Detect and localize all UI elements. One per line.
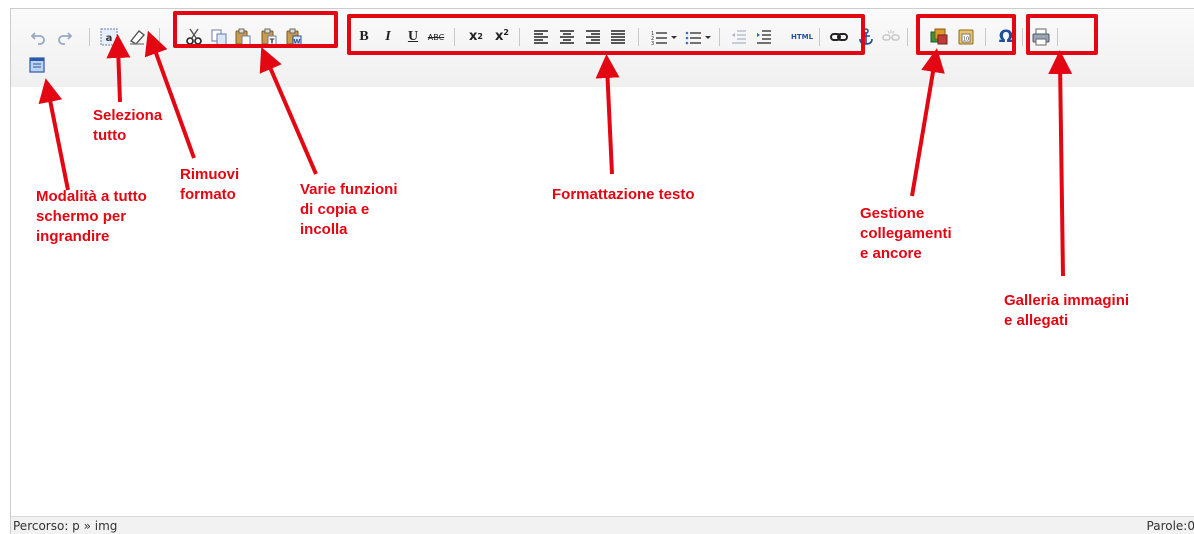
annotation-links: Gestione collegamenti e ancore	[860, 205, 952, 262]
arrow-links	[910, 48, 945, 197]
arrow-fullscreen	[38, 78, 70, 191]
arrow-text-format	[595, 54, 620, 175]
arrow-select-all	[106, 34, 131, 103]
annotation-fullscreen: Modalità a tutto schermo per ingrandire	[36, 188, 147, 245]
arrow-clipboard	[259, 46, 318, 175]
annotation-text-format: Formattazione testo	[552, 186, 695, 203]
annotation-select-all: Seleziona tutto	[93, 107, 163, 144]
annotation-remove-format: Rimuovi formato	[180, 166, 240, 203]
annotation-media: Galleria immagini e allegati	[1004, 292, 1130, 329]
annotation-arrows	[38, 30, 1073, 277]
arrow-media	[1048, 50, 1073, 277]
annotation-clipboard: Varie funzioni di copia e incolla	[300, 181, 398, 238]
